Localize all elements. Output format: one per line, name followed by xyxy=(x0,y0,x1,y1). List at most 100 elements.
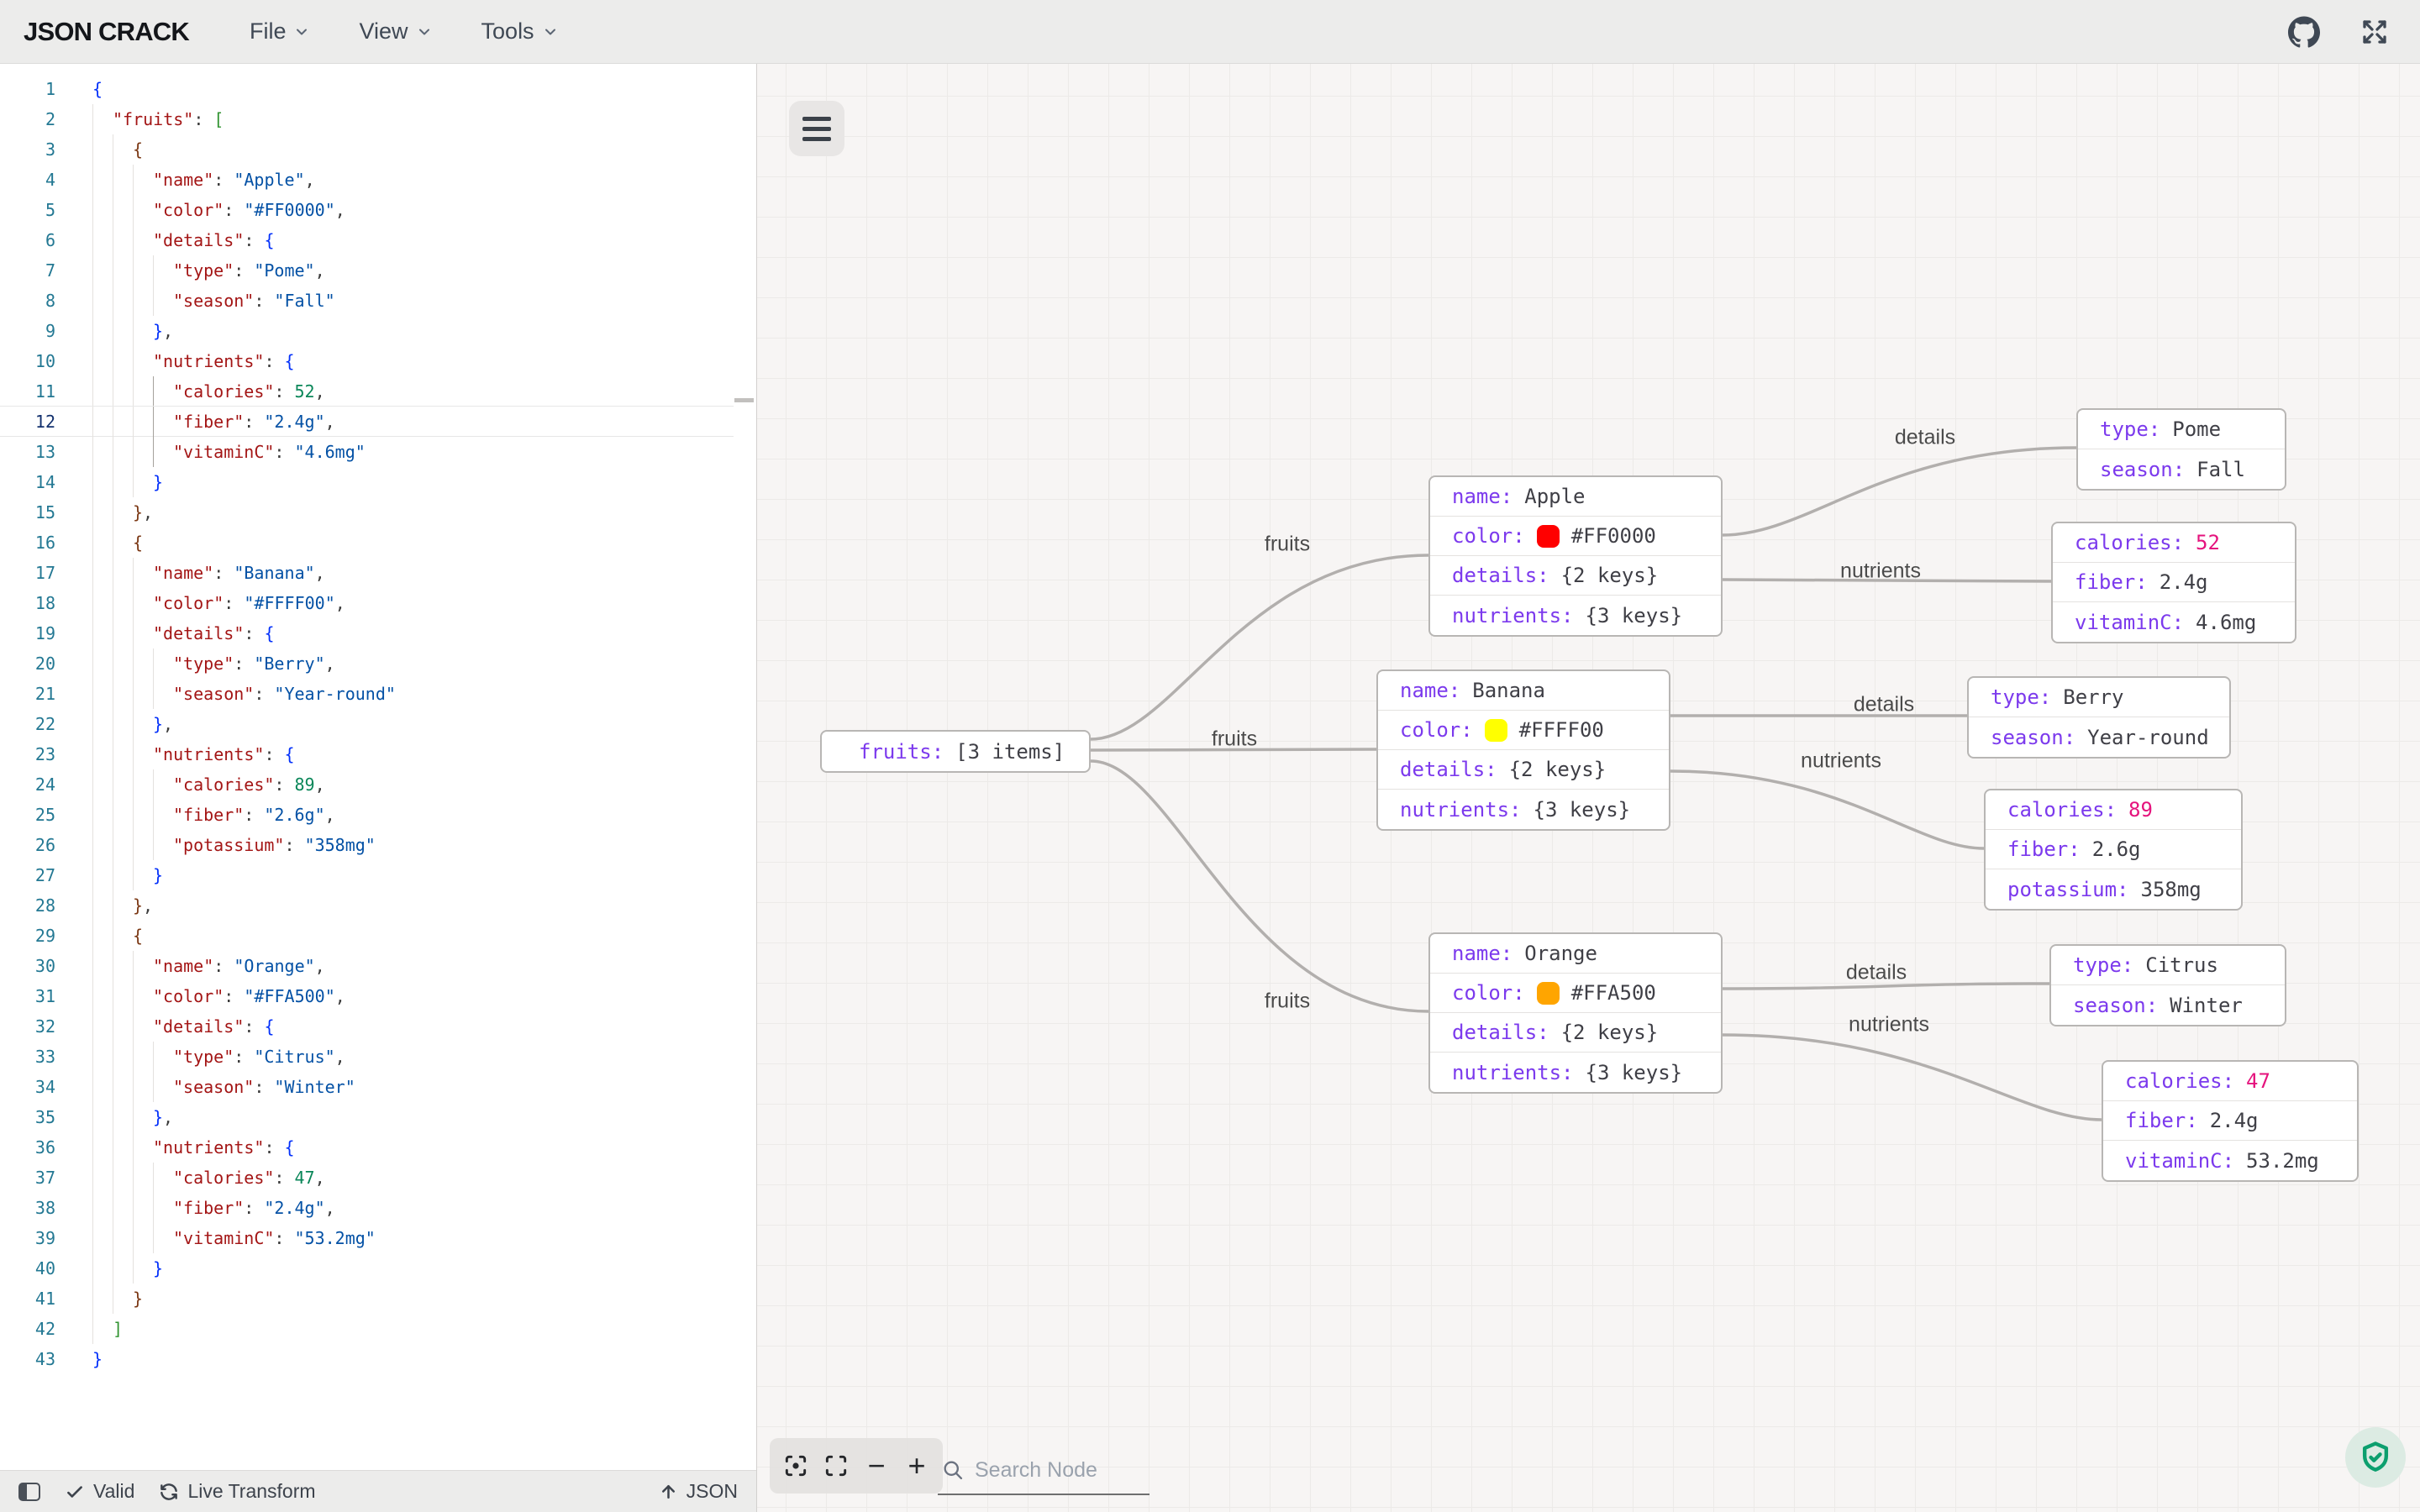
indent-guide xyxy=(92,860,93,890)
editor-line[interactable]: 17"name": "Banana", xyxy=(0,558,756,588)
node-value: Year-round xyxy=(2087,726,2209,749)
security-shield-button[interactable] xyxy=(2345,1427,2406,1488)
node-key: fruits: xyxy=(859,740,944,764)
fullscreen-icon[interactable] xyxy=(2358,15,2391,49)
node-row: color:#FF0000 xyxy=(1430,517,1721,556)
indent-guide xyxy=(92,437,93,467)
graph-node-orange-details[interactable]: type:Citrusseason:Winter xyxy=(2049,944,2286,1026)
code-text: "name": "Apple", xyxy=(153,165,315,195)
format-selector[interactable]: JSON xyxy=(658,1480,738,1503)
editor-line[interactable]: 6"details": { xyxy=(0,225,756,255)
editor-line[interactable]: 28}, xyxy=(0,890,756,921)
node-value: 2.6g xyxy=(2092,837,2141,861)
indent-guide xyxy=(92,769,93,800)
indent-guide xyxy=(92,830,93,860)
code-text: "color": "#FFFF00", xyxy=(153,588,345,618)
zoom-out-button[interactable]: − xyxy=(859,1445,894,1487)
editor-line[interactable]: 3{ xyxy=(0,134,756,165)
live-transform-toggle[interactable]: Live Transform xyxy=(158,1480,315,1503)
editor-line[interactable]: 1{ xyxy=(0,74,756,104)
editor-line[interactable]: 21"season": "Year-round" xyxy=(0,679,756,709)
editor-line[interactable]: 22}, xyxy=(0,709,756,739)
editor-line[interactable]: 41} xyxy=(0,1284,756,1314)
node-value: Orange xyxy=(1524,942,1597,965)
editor-line[interactable]: 20"type": "Berry", xyxy=(0,648,756,679)
editor-line[interactable]: 37"calories": 47, xyxy=(0,1163,756,1193)
line-number: 43 xyxy=(0,1344,55,1374)
editor-line[interactable]: 18"color": "#FFFF00", xyxy=(0,588,756,618)
editor-line[interactable]: 25"fiber": "2.6g", xyxy=(0,800,756,830)
edge-label: fruits xyxy=(1265,533,1310,557)
line-number: 6 xyxy=(0,225,55,255)
indent-guide xyxy=(92,497,93,528)
node-row: nutrients:{3 keys} xyxy=(1378,790,1669,829)
menu-file[interactable]: File xyxy=(236,12,324,51)
editor-line[interactable]: 2"fruits": [ xyxy=(0,104,756,134)
editor-line[interactable]: 43} xyxy=(0,1344,756,1374)
editor-line[interactable]: 24"calories": 89, xyxy=(0,769,756,800)
editor-line[interactable]: 34"season": "Winter" xyxy=(0,1072,756,1102)
indent-guide xyxy=(153,1072,154,1102)
editor-line[interactable]: 32"details": { xyxy=(0,1011,756,1042)
code-text: "color": "#FFA500", xyxy=(153,981,345,1011)
editor-line[interactable]: 36"nutrients": { xyxy=(0,1132,756,1163)
graph-node-apple-nutrients[interactable]: calories:52fiber:2.4gvitaminC:4.6mg xyxy=(2051,522,2296,643)
graph-node-apple-details[interactable]: type:Pomeseason:Fall xyxy=(2076,408,2286,491)
editor-line[interactable]: 35}, xyxy=(0,1102,756,1132)
code-text: "nutrients": { xyxy=(153,739,295,769)
editor-line[interactable]: 40} xyxy=(0,1253,756,1284)
graph-menu-button[interactable] xyxy=(789,101,844,156)
editor-line[interactable]: 11"calories": 52, xyxy=(0,376,756,407)
editor-line[interactable]: 29{ xyxy=(0,921,756,951)
menu-view[interactable]: View xyxy=(345,12,445,51)
app-logo[interactable]: JSON CRACK xyxy=(24,17,189,47)
node-row: color:#FFFF00 xyxy=(1378,711,1669,750)
zoom-in-button[interactable]: + xyxy=(899,1445,934,1487)
editor-line[interactable]: 10"nutrients": { xyxy=(0,346,756,376)
sidebar-toggle-button[interactable] xyxy=(18,1483,40,1501)
fit-view-button[interactable] xyxy=(818,1445,854,1487)
graph-node-orange[interactable]: name:Orangecolor:#FFA500details:{2 keys}… xyxy=(1428,932,1723,1094)
menu-tools[interactable]: Tools xyxy=(468,12,572,51)
indent-guide xyxy=(92,981,93,1011)
search-node-input[interactable] xyxy=(975,1458,1134,1483)
editor-line[interactable]: 13"vitaminC": "4.6mg" xyxy=(0,437,756,467)
editor-line[interactable]: 12"fiber": "2.4g", xyxy=(0,407,756,437)
editor-line[interactable]: 7"type": "Pome", xyxy=(0,255,756,286)
line-number: 34 xyxy=(0,1072,55,1102)
center-view-button[interactable] xyxy=(778,1445,813,1487)
editor-line[interactable]: 27} xyxy=(0,860,756,890)
editor-line[interactable]: 38"fiber": "2.4g", xyxy=(0,1193,756,1223)
indent-guide xyxy=(133,981,134,1011)
graph-node-root[interactable]: fruits:[3 items] xyxy=(820,730,1091,773)
editor-line[interactable]: 33"type": "Citrus", xyxy=(0,1042,756,1072)
editor-line[interactable]: 39"vitaminC": "53.2mg" xyxy=(0,1223,756,1253)
editor-line[interactable]: 26"potassium": "358mg" xyxy=(0,830,756,860)
editor-line[interactable]: 9}, xyxy=(0,316,756,346)
editor-line[interactable]: 19"details": { xyxy=(0,618,756,648)
editor-line[interactable]: 30"name": "Orange", xyxy=(0,951,756,981)
graph-node-apple[interactable]: name:Applecolor:#FF0000details:{2 keys}n… xyxy=(1428,475,1723,637)
graph-node-banana-nutrients[interactable]: calories:89fiber:2.6gpotassium:358mg xyxy=(1984,789,2243,911)
indent-guide xyxy=(133,225,134,255)
graph-node-banana[interactable]: name:Bananacolor:#FFFF00details:{2 keys}… xyxy=(1376,669,1670,831)
github-icon[interactable] xyxy=(2287,15,2321,49)
graph-node-banana-details[interactable]: type:Berryseason:Year-round xyxy=(1967,676,2231,759)
editor-line[interactable]: 8"season": "Fall" xyxy=(0,286,756,316)
editor-line[interactable]: 4"name": "Apple", xyxy=(0,165,756,195)
editor-line[interactable]: 16{ xyxy=(0,528,756,558)
editor-line[interactable]: 23"nutrients": { xyxy=(0,739,756,769)
editor-line[interactable]: 31"color": "#FFA500", xyxy=(0,981,756,1011)
menu-label: View xyxy=(359,18,408,45)
indent-guide xyxy=(153,1223,154,1253)
graph-node-orange-nutrients[interactable]: calories:47fiber:2.4gvitaminC:53.2mg xyxy=(2102,1060,2359,1182)
editor-line[interactable]: 5"color": "#FF0000", xyxy=(0,195,756,225)
graph-panel[interactable]: fruits:[3 items] name:Applecolor:#FF0000d… xyxy=(756,64,2420,1512)
line-number: 9 xyxy=(0,316,55,346)
code-text: "fiber": "2.6g", xyxy=(173,800,335,830)
json-editor[interactable]: 1{2"fruits": [3{4"name": "Apple",5"color… xyxy=(0,64,756,1470)
editor-line[interactable]: 42] xyxy=(0,1314,756,1344)
color-swatch xyxy=(1485,719,1507,742)
editor-line[interactable]: 14} xyxy=(0,467,756,497)
editor-line[interactable]: 15}, xyxy=(0,497,756,528)
